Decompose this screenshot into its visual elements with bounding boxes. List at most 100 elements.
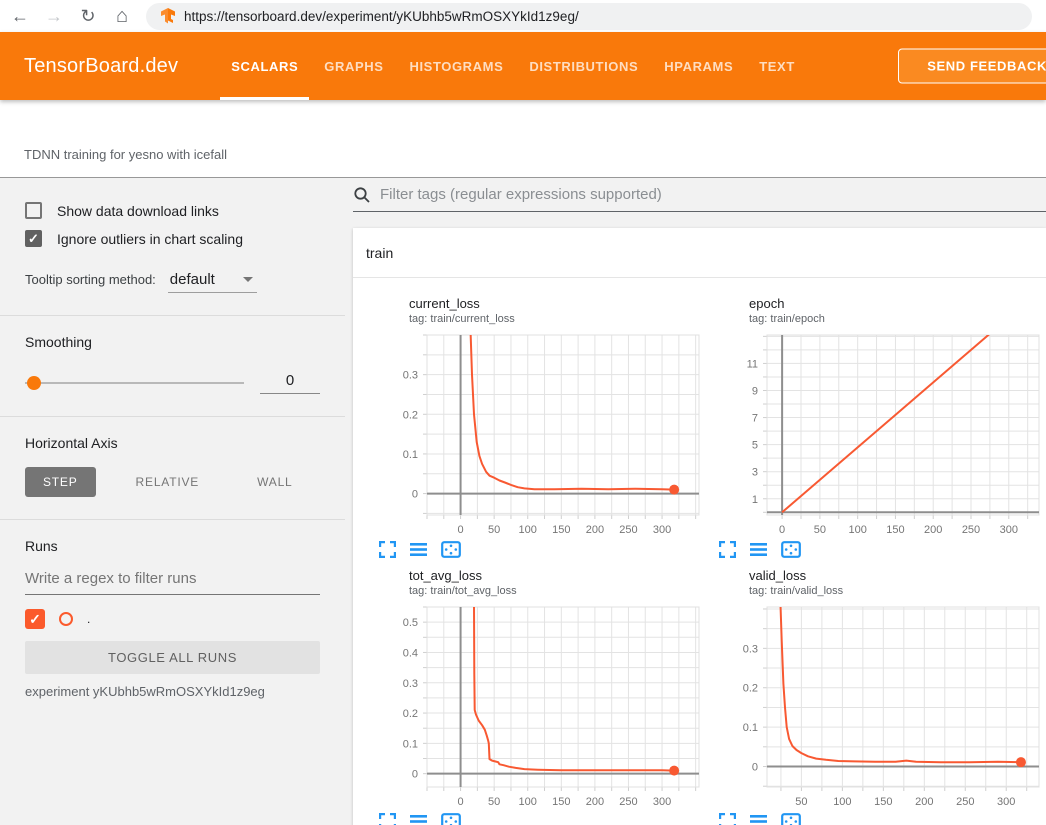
sidebar: Show data download links ✓ Ignore outlie…	[0, 178, 345, 825]
fit-domain-icon[interactable]	[441, 541, 461, 558]
svg-text:0: 0	[458, 796, 464, 808]
toggle-y-axis-icon[interactable]	[750, 541, 767, 558]
address-bar[interactable]: https://tensorboard.dev/experiment/yKUbh…	[146, 3, 1032, 30]
show-download-links-checkbox[interactable]: Show data download links	[25, 202, 320, 219]
toggle-all-runs-button[interactable]: TOGGLE ALL RUNS	[25, 641, 320, 674]
back-icon[interactable]: ←	[10, 7, 30, 25]
slider-thumb[interactable]	[27, 376, 41, 390]
fit-domain-icon[interactable]	[781, 541, 801, 558]
svg-text:7: 7	[752, 413, 758, 425]
svg-text:5: 5	[752, 440, 758, 452]
svg-text:250: 250	[962, 524, 980, 536]
line-chart-epoch[interactable]: 0501001502002503001357911	[715, 331, 1045, 537]
chart-actions	[719, 541, 1046, 558]
svg-text:0: 0	[458, 524, 464, 536]
fullscreen-icon[interactable]	[379, 813, 396, 825]
browser-toolbar: ← → ↻ ⌂ https://tensorboard.dev/experime…	[0, 0, 1046, 32]
smoothing-value[interactable]: 0	[260, 372, 320, 394]
url-text: https://tensorboard.dev/experiment/yKUbh…	[184, 9, 579, 24]
runs-regex-input[interactable]	[25, 566, 320, 595]
line-chart-valid-loss[interactable]: 5010015020025030000.10.20.3	[715, 603, 1045, 809]
chart-title: valid_loss	[749, 568, 1046, 583]
tab-distributions[interactable]: DISTRIBUTIONS	[516, 32, 651, 100]
fullscreen-icon[interactable]	[379, 541, 396, 558]
svg-text:150: 150	[886, 524, 904, 536]
fit-domain-icon[interactable]	[441, 813, 461, 825]
chart-title: epoch	[749, 296, 1046, 311]
run-name: .	[87, 612, 90, 626]
send-feedback-button[interactable]: SEND FEEDBACK	[898, 49, 1046, 84]
tab-graphs[interactable]: GRAPHS	[311, 32, 396, 100]
ignore-outliers-checkbox[interactable]: ✓ Ignore outliers in chart scaling	[25, 230, 320, 247]
tab-hparams[interactable]: HPARAMS	[651, 32, 746, 100]
svg-text:0: 0	[412, 489, 418, 501]
experiment-bar: TDNN training for yesno with icefall	[0, 100, 1046, 178]
run-checkbox-checked-icon[interactable]: ✓	[25, 609, 45, 629]
svg-text:3: 3	[752, 467, 758, 479]
tensorboard-favicon	[160, 8, 176, 24]
svg-text:200: 200	[586, 796, 604, 808]
chart-tag: tag: train/valid_loss	[749, 585, 1046, 597]
train-section-header[interactable]: train	[353, 228, 1046, 278]
svg-text:250: 250	[619, 796, 637, 808]
line-chart-current-loss[interactable]: 05010015020025030000.10.20.3	[375, 331, 705, 537]
svg-text:300: 300	[653, 796, 671, 808]
tab-histograms[interactable]: HISTOGRAMS	[396, 32, 516, 100]
svg-text:11: 11	[747, 358, 758, 370]
svg-text:0.1: 0.1	[403, 738, 418, 750]
checkbox-unchecked-icon[interactable]	[25, 202, 42, 219]
checkbox-checked-icon[interactable]: ✓	[25, 230, 42, 247]
svg-text:50: 50	[795, 796, 807, 808]
svg-text:300: 300	[997, 796, 1015, 808]
chart-epoch: epoch tag: train/epoch 05010015020025030…	[715, 296, 1046, 558]
svg-text:150: 150	[552, 796, 570, 808]
axis-step-button[interactable]: STEP	[25, 467, 96, 497]
svg-text:0.4: 0.4	[403, 647, 418, 659]
app-header: TensorBoard.dev SCALARS GRAPHS HISTOGRAM…	[0, 32, 1046, 100]
svg-text:0: 0	[412, 769, 418, 781]
tab-scalars[interactable]: SCALARS	[218, 32, 311, 100]
tab-text[interactable]: TEXT	[746, 32, 808, 100]
chevron-down-icon	[243, 277, 253, 282]
chart-valid-loss: valid_loss tag: train/valid_loss 5010015…	[715, 568, 1046, 825]
experiment-title: TDNN training for yesno with icefall	[24, 147, 227, 162]
content: Show data download links ✓ Ignore outlie…	[0, 178, 1046, 825]
train-card: train current_loss tag: train/current_lo…	[353, 228, 1046, 825]
svg-text:200: 200	[586, 524, 604, 536]
svg-text:0.2: 0.2	[743, 683, 758, 695]
forward-icon[interactable]: →	[44, 7, 64, 25]
tag-filter-row	[353, 178, 1046, 212]
chart-title: tot_avg_loss	[409, 568, 707, 583]
charts-grid: current_loss tag: train/current_loss 050…	[353, 278, 1046, 825]
smoothing-slider[interactable]	[25, 382, 244, 384]
svg-text:200: 200	[915, 796, 933, 808]
tooltip-sort-select[interactable]: default	[168, 271, 257, 293]
run-row[interactable]: ✓ .	[25, 609, 320, 629]
svg-text:300: 300	[653, 524, 671, 536]
fullscreen-icon[interactable]	[719, 541, 736, 558]
toggle-y-axis-icon[interactable]	[410, 813, 427, 825]
svg-text:0.1: 0.1	[743, 722, 758, 734]
chart-tag: tag: train/tot_avg_loss	[409, 585, 707, 597]
svg-text:0: 0	[779, 524, 785, 536]
home-icon[interactable]: ⌂	[112, 6, 132, 26]
toggle-y-axis-icon[interactable]	[750, 813, 767, 825]
axis-relative-button[interactable]: RELATIVE	[118, 467, 218, 497]
svg-text:0: 0	[752, 762, 758, 774]
svg-text:100: 100	[833, 796, 851, 808]
reload-icon[interactable]: ↻	[78, 7, 98, 25]
svg-text:0.2: 0.2	[403, 409, 418, 421]
svg-text:250: 250	[956, 796, 974, 808]
fit-domain-icon[interactable]	[781, 813, 801, 825]
svg-text:0.2: 0.2	[403, 708, 418, 720]
svg-text:0.3: 0.3	[403, 678, 418, 690]
axis-wall-button[interactable]: WALL	[239, 467, 310, 497]
run-color-circle-icon	[59, 612, 73, 626]
tag-filter-input[interactable]	[380, 186, 1046, 203]
horizontal-axis-label: Horizontal Axis	[25, 435, 320, 451]
fullscreen-icon[interactable]	[719, 813, 736, 825]
line-chart-tot-avg-loss[interactable]: 05010015020025030000.10.20.30.40.5	[375, 603, 705, 809]
search-icon	[353, 186, 371, 204]
chart-current-loss: current_loss tag: train/current_loss 050…	[375, 296, 707, 558]
toggle-y-axis-icon[interactable]	[410, 541, 427, 558]
